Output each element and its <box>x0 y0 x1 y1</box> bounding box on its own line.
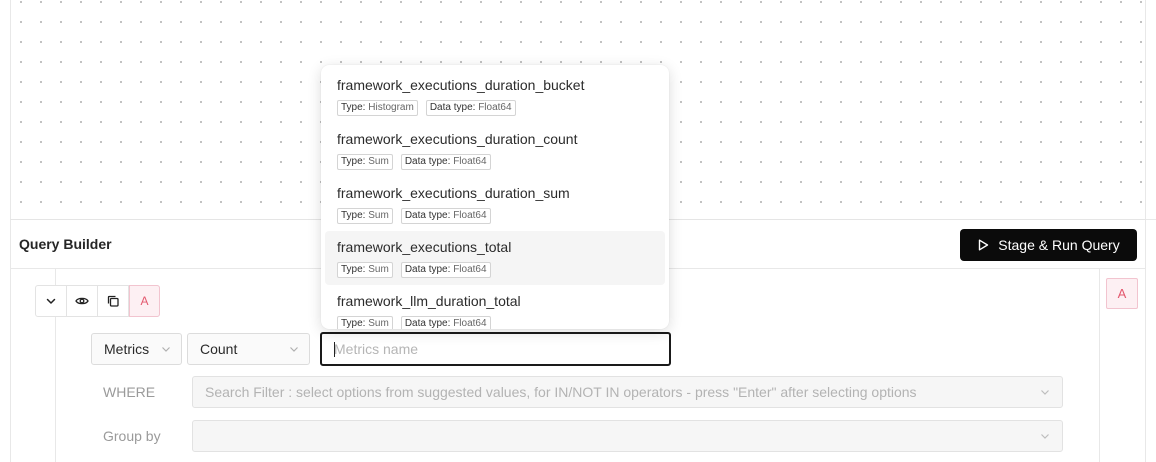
metric-data-type-tag: Data type: Float64 <box>400 154 491 170</box>
copy-icon <box>107 295 119 307</box>
tag-value: Sum <box>368 318 389 329</box>
metric-type-tag: Type: Sum <box>337 316 393 329</box>
tag-value: Histogram <box>368 102 414 113</box>
tag-key: Data type: <box>404 156 451 167</box>
metric-type-tag: Type: Sum <box>337 262 393 278</box>
text-cursor <box>334 342 335 357</box>
metric-data-type-tag: Data type: Float64 <box>400 208 491 224</box>
tag-key: Data type: <box>404 264 451 275</box>
tag-key: Type: <box>341 318 366 329</box>
tag-key: Data type: <box>429 102 476 113</box>
metric-option[interactable]: framework_executions_duration_bucket Type… <box>325 69 665 123</box>
metric-option-tags: Type: Sum Data type: Float64 <box>337 262 653 278</box>
group-by-label: Group by <box>103 428 161 444</box>
aggregate-operator-select[interactable]: Count <box>187 333 310 365</box>
tag-value: Float64 <box>453 264 487 275</box>
collapse-button[interactable] <box>36 286 67 316</box>
aggregate-operator-value: Count <box>200 341 238 357</box>
tag-key: Data type: <box>404 210 451 221</box>
metric-name-field[interactable] <box>320 332 671 366</box>
tag-value: Sum <box>368 264 389 275</box>
eye-icon <box>75 297 89 305</box>
tag-value: Float64 <box>478 102 512 113</box>
query-label-button[interactable]: A <box>129 285 160 317</box>
metric-data-type-tag: Data type: Float64 <box>400 262 491 278</box>
where-filter-input[interactable]: Search Filter : select options from sugg… <box>192 376 1063 408</box>
tag-value: Sum <box>368 156 389 167</box>
metric-option-tags: Type: Sum Data type: Float64 <box>337 208 653 224</box>
query-toolbar: A <box>35 285 160 317</box>
metric-data-type-tag: Data type: Float64 <box>425 100 516 116</box>
tag-value: Float64 <box>453 156 487 167</box>
tag-value: Float64 <box>453 210 487 221</box>
stage-and-run-query-button[interactable]: Stage & Run Query <box>960 229 1137 261</box>
metric-option-name: framework_llm_duration_total <box>337 293 521 309</box>
where-filter-placeholder: Search Filter : select options from sugg… <box>205 384 917 400</box>
chevron-down-icon <box>1041 390 1049 395</box>
tag-key: Type: <box>341 156 366 167</box>
play-icon <box>979 239 989 251</box>
run-button-label: Stage & Run Query <box>998 237 1120 253</box>
metric-option-name: framework_executions_duration_bucket <box>337 77 585 93</box>
divider <box>1146 219 1156 220</box>
metric-suggestions-dropdown: framework_executions_duration_bucket Type… <box>321 65 669 329</box>
metric-option[interactable]: framework_executions_duration_count Type:… <box>325 123 665 177</box>
metric-option-name: framework_executions_total <box>337 239 512 255</box>
metric-option[interactable]: framework_executions_duration_sum Type: S… <box>325 177 665 231</box>
toggle-visibility-button[interactable] <box>67 286 98 316</box>
metric-type-tag: Type: Sum <box>337 154 393 170</box>
where-label: WHERE <box>103 384 156 400</box>
metric-data-type-tag: Data type: Float64 <box>400 316 491 329</box>
chevron-down-icon <box>1041 434 1049 439</box>
tag-key: Type: <box>341 264 366 275</box>
tag-key: Type: <box>341 102 366 113</box>
metric-option[interactable]: framework_executions_total Type: Sum Data … <box>325 231 665 285</box>
metric-option-name: framework_executions_duration_sum <box>337 185 570 201</box>
metric-option[interactable]: framework_llm_duration_total Type: Sum Dat… <box>325 285 665 329</box>
metric-option-tags: Type: Sum Data type: Float64 <box>337 316 653 329</box>
tag-key: Type: <box>341 210 366 221</box>
metric-name-input[interactable] <box>334 341 654 357</box>
metric-option-tags: Type: Histogram Data type: Float64 <box>337 100 653 116</box>
chevron-down-icon <box>162 347 170 352</box>
data-source-select[interactable]: Metrics <box>91 333 182 365</box>
chevron-down-icon <box>46 298 56 304</box>
tag-value: Sum <box>368 210 389 221</box>
metric-type-tag: Type: Sum <box>337 208 393 224</box>
chevron-down-icon <box>290 347 298 352</box>
query-label-badge[interactable]: A <box>1106 278 1138 309</box>
tag-value: Float64 <box>453 318 487 329</box>
page-title: Query Builder <box>19 236 112 252</box>
clone-query-button[interactable] <box>98 286 129 316</box>
metric-type-tag: Type: Histogram <box>337 100 418 116</box>
tag-key: Data type: <box>404 318 451 329</box>
metric-option-tags: Type: Sum Data type: Float64 <box>337 154 653 170</box>
metric-option-name: framework_executions_duration_count <box>337 131 578 147</box>
data-source-value: Metrics <box>104 341 150 357</box>
group-by-select[interactable] <box>192 420 1063 452</box>
